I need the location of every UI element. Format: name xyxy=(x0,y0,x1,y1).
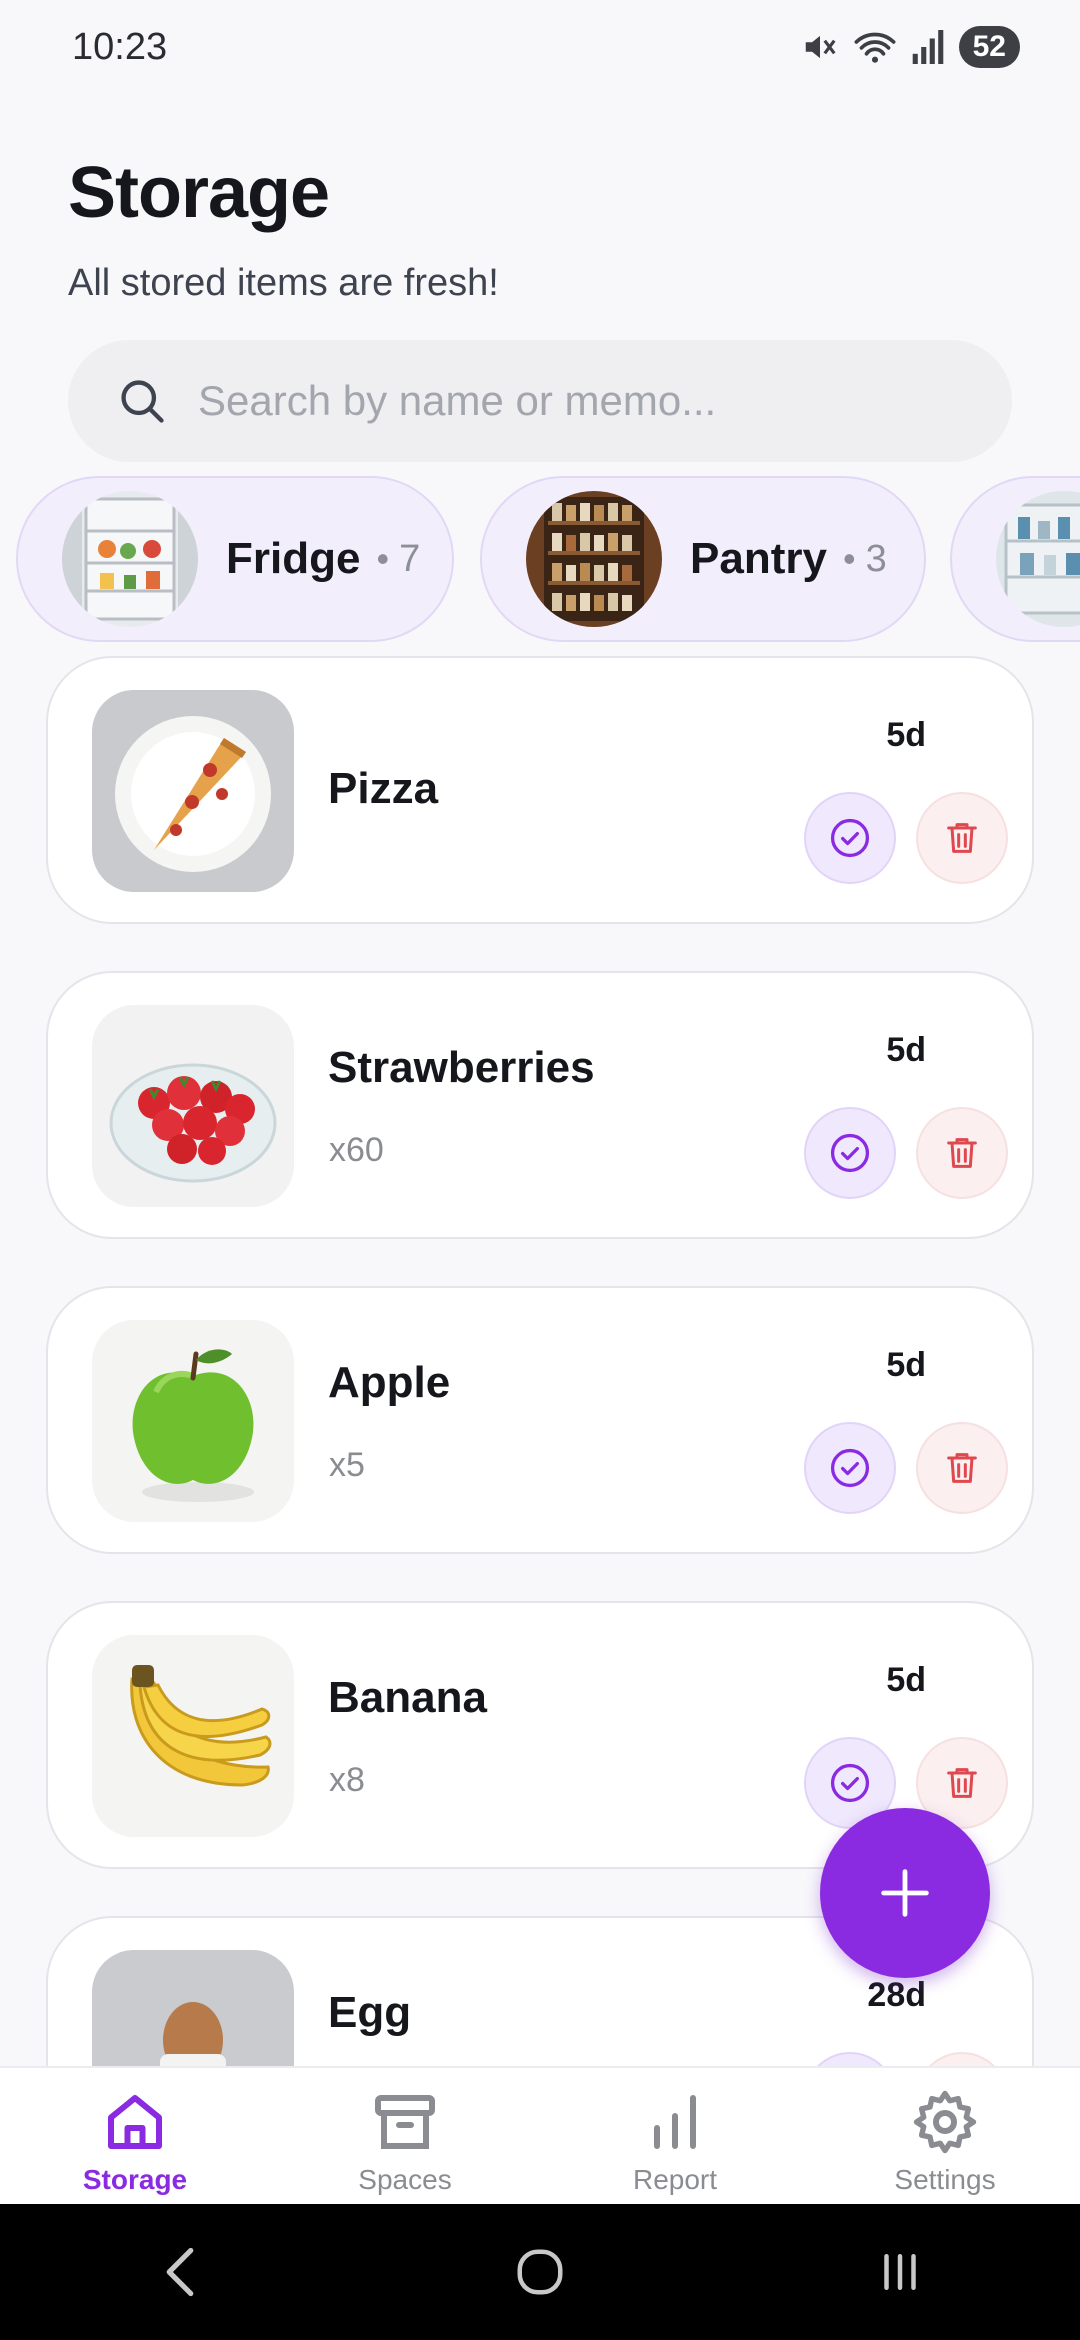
system-nav-bar xyxy=(0,2204,1080,2340)
battery-icon: 52 xyxy=(958,26,1020,68)
trash-icon xyxy=(947,1453,977,1483)
wifi-icon xyxy=(854,32,896,63)
item-card[interactable]: Strawberries x60 5d xyxy=(46,971,1034,1239)
pantry-photo xyxy=(526,491,662,627)
chip-separator: • xyxy=(376,538,390,579)
space-chip-pantry[interactable]: Pantry • 3 xyxy=(480,476,926,642)
consume-button[interactable] xyxy=(804,1422,896,1514)
trash-icon xyxy=(947,1138,977,1168)
consume-button[interactable] xyxy=(804,792,896,884)
home-button[interactable] xyxy=(480,2222,600,2322)
trash-icon xyxy=(947,1768,977,1798)
signal-icon xyxy=(912,30,943,64)
nav-settings[interactable]: Settings xyxy=(810,2068,1080,2204)
status-icons: 52 xyxy=(801,26,1020,68)
item-quantity: x60 xyxy=(329,1131,384,1169)
back-button[interactable] xyxy=(120,2222,240,2322)
item-photo xyxy=(92,1005,294,1207)
delete-button[interactable] xyxy=(916,1422,1008,1514)
search-icon xyxy=(121,380,164,423)
item-name: Banana xyxy=(328,1673,487,1722)
item-name: Egg xyxy=(328,1988,412,2037)
status-bar: 10:23 52 xyxy=(0,0,1080,96)
item-photo xyxy=(92,1320,294,1522)
space-photo xyxy=(996,491,1080,627)
page-title: Storage xyxy=(68,153,330,233)
home-circle-icon xyxy=(517,2249,563,2295)
days-remaining: 5d xyxy=(886,1031,926,1069)
check-circle-icon xyxy=(830,1448,870,1488)
archive-icon xyxy=(375,2095,435,2149)
bar-chart-icon xyxy=(654,2095,696,2149)
plus-icon xyxy=(881,1869,929,1917)
nav-label: Report xyxy=(632,2164,718,2195)
delete-button[interactable] xyxy=(916,1107,1008,1199)
space-chip-count: 7 xyxy=(399,537,421,580)
item-photo xyxy=(92,1635,294,1837)
search-bar[interactable] xyxy=(68,340,1012,462)
item-photo xyxy=(92,690,294,892)
days-remaining: 5d xyxy=(886,716,926,754)
item-card[interactable]: Apple x5 5d xyxy=(46,1286,1034,1554)
fridge-photo xyxy=(62,491,198,627)
search-input[interactable] xyxy=(198,377,978,425)
days-remaining: 5d xyxy=(886,1661,926,1699)
nav-label: Settings xyxy=(894,2164,996,2195)
status-time: 10:23 xyxy=(72,26,168,68)
nav-spaces[interactable]: Spaces xyxy=(270,2068,540,2204)
nav-label: Storage xyxy=(82,2164,188,2195)
consume-button[interactable] xyxy=(804,1107,896,1199)
space-chip-fridge[interactable]: Fridge • 7 xyxy=(16,476,454,642)
check-circle-icon xyxy=(830,1133,870,1173)
space-chip-count: 3 xyxy=(865,537,887,580)
space-filter-row: Fridge • 7 Pantry • 3 xyxy=(0,476,1080,642)
item-name: Strawberries xyxy=(328,1043,595,1092)
freshness-status: All stored items are fresh! xyxy=(68,262,499,304)
chip-separator: • xyxy=(842,538,856,579)
recents-button[interactable] xyxy=(840,2222,960,2322)
delete-button[interactable] xyxy=(916,792,1008,884)
item-name: Apple xyxy=(328,1358,451,1407)
item-name: Pizza xyxy=(328,764,439,813)
recents-icon xyxy=(884,2254,916,2290)
item-quantity: x8 xyxy=(329,1761,365,1799)
nav-report[interactable]: Report xyxy=(540,2068,810,2204)
space-chip-label: Fridge xyxy=(226,534,361,583)
mute-icon xyxy=(805,35,836,59)
trash-icon xyxy=(947,823,977,853)
home-icon xyxy=(108,2095,162,2149)
space-chip-third[interactable] xyxy=(950,476,1080,642)
check-circle-icon xyxy=(830,1763,870,1803)
add-item-button[interactable] xyxy=(820,1808,990,1978)
back-icon xyxy=(166,2247,194,2297)
space-chip-label: Pantry xyxy=(690,534,827,583)
days-remaining: 28d xyxy=(867,1976,926,2014)
nav-storage[interactable]: Storage xyxy=(0,2068,270,2204)
days-remaining: 5d xyxy=(886,1346,926,1384)
bottom-nav: Storage Spaces Report Settings xyxy=(0,2066,1080,2204)
nav-label: Spaces xyxy=(358,2164,452,2195)
gear-icon xyxy=(913,2090,977,2154)
item-quantity: x5 xyxy=(329,1446,365,1484)
item-card[interactable]: Pizza 5d xyxy=(46,656,1034,924)
check-circle-icon xyxy=(830,818,870,858)
